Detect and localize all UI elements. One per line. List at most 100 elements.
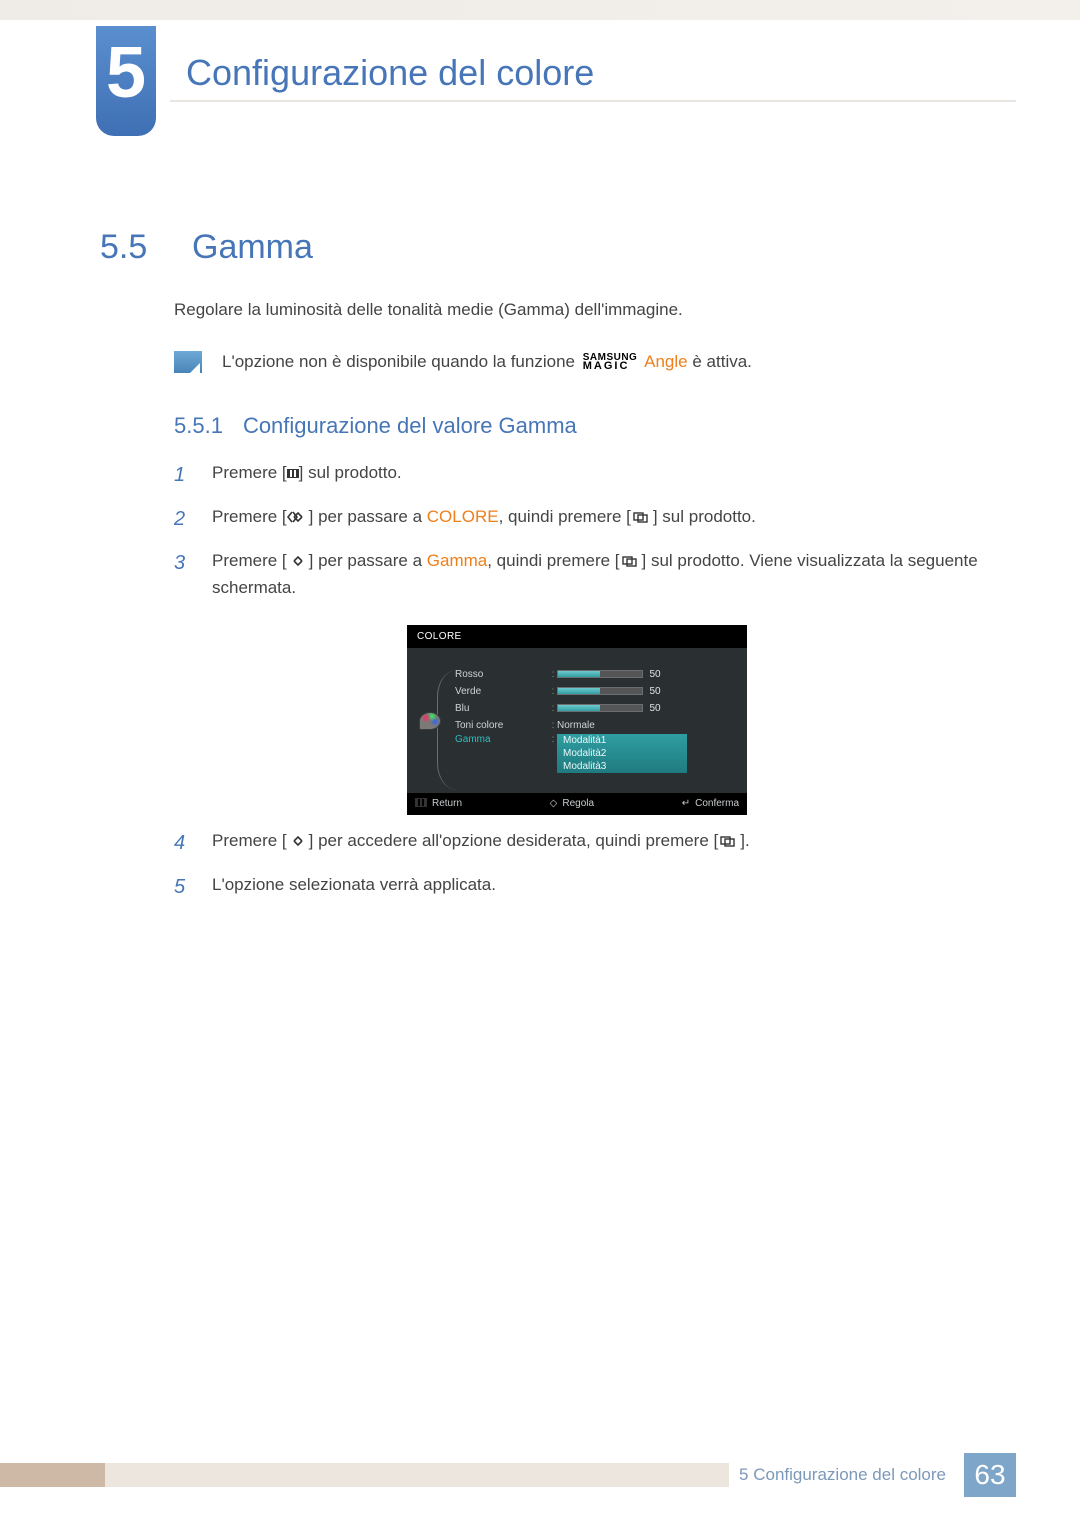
t: ] sul prodotto. [299,463,402,482]
note-prefix: L'opzione non è disponibile quando la fu… [222,352,575,371]
osd-value: 50 [643,669,667,680]
step-1: 1 Premere [ ] sul prodotto. [174,459,980,491]
osd-footer-confirm: ↵ Conferma [682,798,739,810]
osd-panel: COLORE Rosso : 50 Verde [407,625,747,815]
up-down-icon [287,511,309,523]
up-down-icon [287,835,309,847]
step-number: 2 [174,503,194,535]
magic-bottom: MAGIC [583,360,630,372]
colon: : [549,703,557,714]
t: ]. [740,831,749,850]
note-text: L'opzione non è disponibile quando la fu… [222,352,752,372]
colon: : [549,720,557,731]
note-angle: Angle [644,352,687,371]
osd-row-gamma: Gamma : Modalità1 Modalità2 Modalità3 [455,734,733,773]
step-body: Premere [ ] per passare a COLORE, quindi … [212,503,980,535]
note-suffix: è attiva. [692,352,752,371]
osd-row-verde: Verde : 50 [455,683,733,700]
section-heading: 5.5 Gamma [100,228,980,267]
menu-icon [287,469,299,478]
step-number: 3 [174,547,194,601]
osd-row-rosso: Rosso : 50 [455,666,733,683]
osd-label: Verde [455,686,549,697]
footer-accent-bar [0,1463,105,1487]
enter-icon [620,555,642,567]
enter-icon [631,511,653,523]
t: ] per passare a [309,551,427,570]
page-footer: 5 Configurazione del colore 63 [0,1453,1080,1497]
osd-value: 50 [643,703,667,714]
slider-bar [557,704,643,712]
colon: : [549,734,557,745]
step-body: L'opzione selezionata verrà applicata. [212,871,980,903]
osd-label: Rosso [455,669,549,680]
enter-icon: ↵ [682,798,690,809]
t: ] sul prodotto. [653,507,756,526]
osd-icon-column [417,666,447,773]
footer-bar [105,1463,729,1487]
osd-label: Toni colore [455,720,549,731]
t: , quindi premere [ [499,507,631,526]
t: Premere [ [212,551,287,570]
t: ] per accedere all'opzione desiderata, q… [309,831,719,850]
note-icon [174,351,202,373]
colon: : [549,686,557,697]
slider-bar [557,670,643,678]
keyword: Gamma [427,551,487,570]
t: Premere [ [212,507,287,526]
slider-bar [557,687,643,695]
osd-label: Blu [455,703,549,714]
subsection-title: Configurazione del valore Gamma [243,413,577,439]
osd-value: 50 [643,686,667,697]
step-4: 4 Premere [ ] per accedere all'opzione de… [174,827,980,859]
palette-icon [419,712,441,730]
gamma-options-dropdown: Modalità1 Modalità2 Modalità3 [557,734,687,773]
subsection-number: 5.5.1 [174,413,223,439]
t: , quindi premere [ [487,551,619,570]
t: Premere [ [212,463,287,482]
step-2: 2 Premere [ ] per passare a COLORE, quind… [174,503,980,535]
colon: : [549,669,557,680]
keyword: COLORE [427,507,499,526]
step-body: Premere [ ] sul prodotto. [212,459,980,491]
note-row: L'opzione non è disponibile quando la fu… [100,351,980,373]
osd-row-blu: Blu : 50 [455,700,733,717]
osd-footer-adjust: ◇ Regola [550,798,594,810]
section-title: Gamma [192,228,313,267]
label: Return [432,798,462,809]
chapter-number-box: 5 [96,26,156,136]
gamma-option: Modalità2 [557,747,687,760]
t: Premere [ [212,831,287,850]
osd-body: Rosso : 50 Verde : 50 Blu [407,648,747,793]
page-number-box: 63 [964,1453,1016,1497]
t: ] per passare a [309,507,427,526]
header-divider [170,100,1016,102]
osd-title: COLORE [407,625,747,648]
up-down-icon [287,555,309,567]
label: Regola [562,798,594,809]
chapter-title: Configurazione del colore [156,26,1080,136]
menu-icon [415,798,427,810]
footer-text: 5 Configurazione del colore [729,1465,964,1485]
step-body: Premere [ ] per passare a Gamma, quindi p… [212,547,980,601]
step-number: 1 [174,459,194,491]
step-5: 5 L'opzione selezionata verrà applicata. [174,871,980,903]
osd-footer: Return ◇ Regola ↵ Conferma [407,793,747,815]
top-decorative-bar [0,0,1080,20]
osd-row-toni: Toni colore : Normale [455,717,733,734]
step-number: 4 [174,827,194,859]
osd-footer-return: Return [415,798,462,810]
chapter-header: 5 Configurazione del colore [0,26,1080,136]
osd-label-active: Gamma [455,734,549,745]
section-number: 5.5 [100,228,164,267]
step-body: Premere [ ] per accedere all'opzione desi… [212,827,980,859]
osd-value: Normale [557,720,595,731]
gamma-option: Modalità3 [557,760,687,773]
samsung-magic-badge: SAMSUNG MAGIC [583,353,638,371]
step-3: 3 Premere [ ] per passare a Gamma, quindi… [174,547,980,601]
step-number: 5 [174,871,194,903]
label: Conferma [695,798,739,809]
subsection-heading: 5.5.1 Configurazione del valore Gamma [100,413,980,439]
gamma-option: Modalità1 [557,734,687,747]
osd-arc [437,670,457,790]
